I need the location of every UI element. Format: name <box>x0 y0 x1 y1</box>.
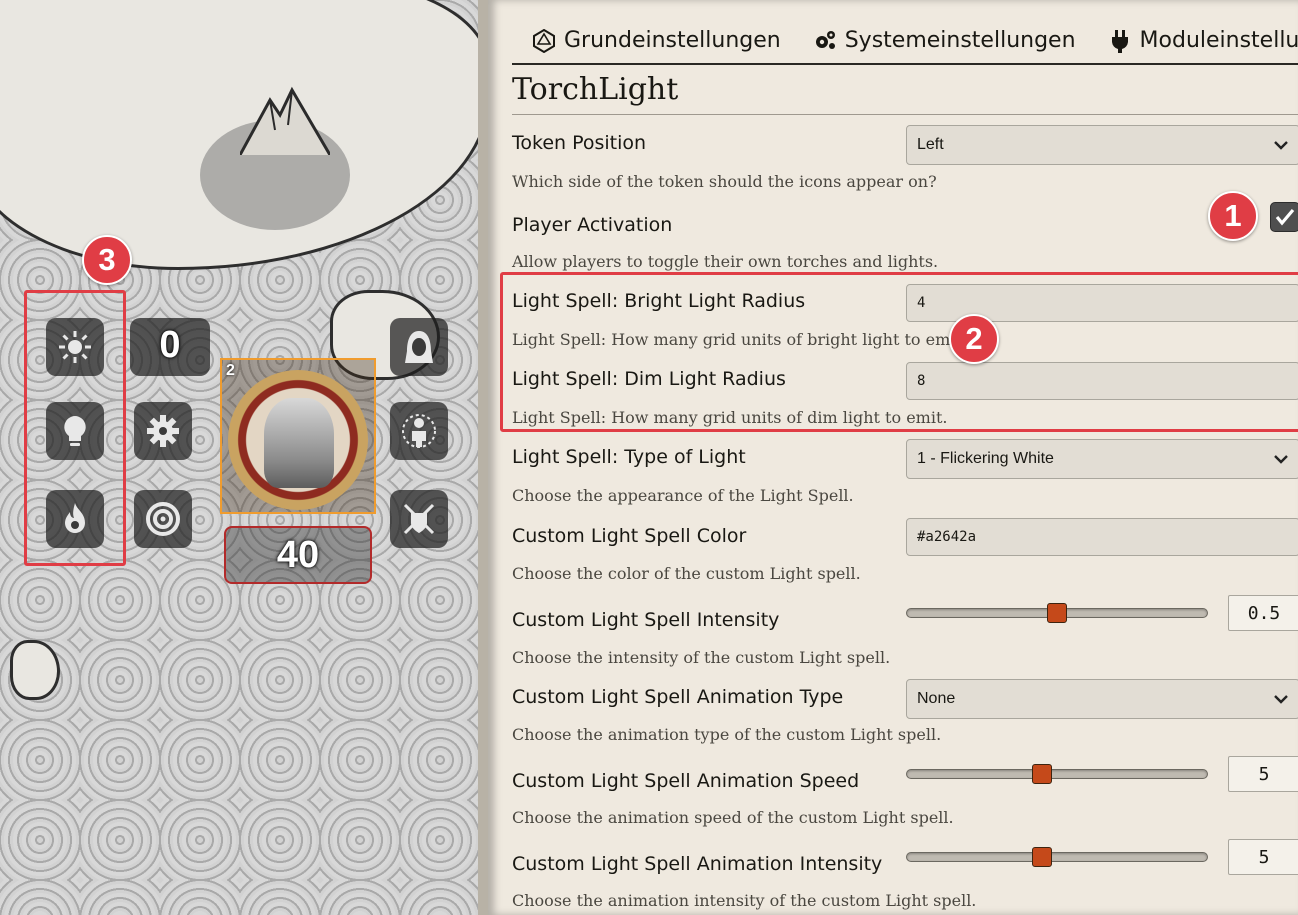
game-map-canvas[interactable]: 0 2 40 3 <box>0 0 490 915</box>
tab-label: Systemeinstellungen <box>844 28 1076 53</box>
custom-intensity-slider[interactable] <box>906 603 1208 623</box>
target-icon <box>146 502 180 536</box>
setting-label: Custom Light Spell Animation Intensity <box>512 853 883 875</box>
setting-hint: Choose the animation intensity of the cu… <box>512 891 977 910</box>
slider-thumb[interactable] <box>1031 764 1052 784</box>
combat-toggle-button[interactable] <box>390 490 448 548</box>
setting-label: Player Activation <box>512 214 673 236</box>
setting-hint: Choose the animation type of the custom … <box>512 725 942 744</box>
annotation-badge-2: 2 <box>949 314 999 364</box>
gears-icon <box>815 30 835 49</box>
setting-hint: Choose the animation speed of the custom… <box>512 808 954 827</box>
chevron-down-icon <box>1274 455 1288 464</box>
chevron-down-icon <box>1274 695 1288 704</box>
annotation-badge-3: 3 <box>82 235 132 285</box>
custom-color-input[interactable]: #a2642a <box>906 518 1298 556</box>
slider-track <box>906 769 1208 779</box>
person-aura-icon <box>402 414 436 448</box>
checkmark-icon <box>1275 208 1295 226</box>
setting-label: Light Spell: Type of Light <box>512 446 746 468</box>
setting-label: Custom Light Spell Animation Type <box>512 686 844 708</box>
slider-thumb[interactable] <box>1047 603 1067 623</box>
custom-intensity-value: 0.5 <box>1228 595 1298 631</box>
setting-hint: Which side of the token should the icons… <box>512 172 937 191</box>
highlight-box-light-buttons <box>24 290 126 566</box>
module-section-title: TorchLight <box>512 70 1298 115</box>
token-position-select[interactable]: Left <box>906 125 1298 165</box>
tab-core-settings[interactable]: Grundeinstellungen <box>532 28 781 53</box>
player-activation-checkbox[interactable] <box>1270 202 1298 232</box>
token-config-button[interactable] <box>134 402 192 460</box>
tab-system-settings[interactable]: Systemeinstellungen <box>813 28 1076 53</box>
annotation-badge-1: 1 <box>1208 191 1258 241</box>
animation-speed-value: 5 <box>1228 756 1298 792</box>
setting-label: Custom Light Spell Animation Speed <box>512 770 860 792</box>
tab-module-settings[interactable]: Moduleinstellungen <box>1108 28 1298 53</box>
slider-thumb[interactable] <box>1031 847 1052 867</box>
setting-hint: Allow players to toggle their own torche… <box>512 252 939 271</box>
highlight-box-light-spell-settings <box>500 272 1298 432</box>
token-figure <box>264 398 334 488</box>
visibility-button[interactable] <box>390 318 448 376</box>
select-value: Left <box>917 136 944 153</box>
hooded-figure-icon <box>405 331 433 363</box>
input-value: #a2642a <box>917 529 977 545</box>
setting-hint: Choose the appearance of the Light Spell… <box>512 486 854 505</box>
crossed-swords-shield-icon <box>403 503 435 535</box>
tab-label: Moduleinstellungen <box>1139 28 1298 53</box>
elevation-value[interactable]: 0 <box>130 324 210 367</box>
settings-tabs: Grundeinstellungen Systemeinstellungen M… <box>512 18 1298 65</box>
slider-track <box>906 852 1208 862</box>
animation-intensity-slider[interactable] <box>906 847 1208 867</box>
setting-hint: Choose the color of the custom Light spe… <box>512 564 861 583</box>
gear-icon <box>147 415 179 447</box>
mountain-icon <box>240 86 330 155</box>
animation-speed-slider[interactable] <box>906 764 1208 784</box>
setting-hint: Choose the intensity of the custom Light… <box>512 648 891 667</box>
select-value: 1 - Flickering White <box>917 450 1054 467</box>
map-island-south <box>10 640 60 700</box>
animation-type-select[interactable]: None <box>906 679 1298 719</box>
settings-panel: Grundeinstellungen Systemeinstellungen M… <box>478 0 1298 915</box>
d20-icon <box>533 28 555 53</box>
animation-intensity-value: 5 <box>1228 839 1298 875</box>
chevron-down-icon <box>1274 141 1288 150</box>
select-value: None <box>917 690 956 707</box>
setting-label: Custom Light Spell Intensity <box>512 609 780 631</box>
type-of-light-select[interactable]: 1 - Flickering White <box>906 439 1298 479</box>
setting-label: Token Position <box>512 132 647 154</box>
setting-label: Custom Light Spell Color <box>512 525 747 547</box>
hp-value[interactable]: 40 <box>224 534 372 577</box>
target-button[interactable] <box>134 490 192 548</box>
token-portrait[interactable]: 2 <box>220 358 376 514</box>
plug-icon <box>1111 29 1128 53</box>
tab-label: Grundeinstellungen <box>564 28 781 53</box>
token-effect-count: 2 <box>226 362 235 379</box>
combat-state-button[interactable] <box>390 402 448 460</box>
